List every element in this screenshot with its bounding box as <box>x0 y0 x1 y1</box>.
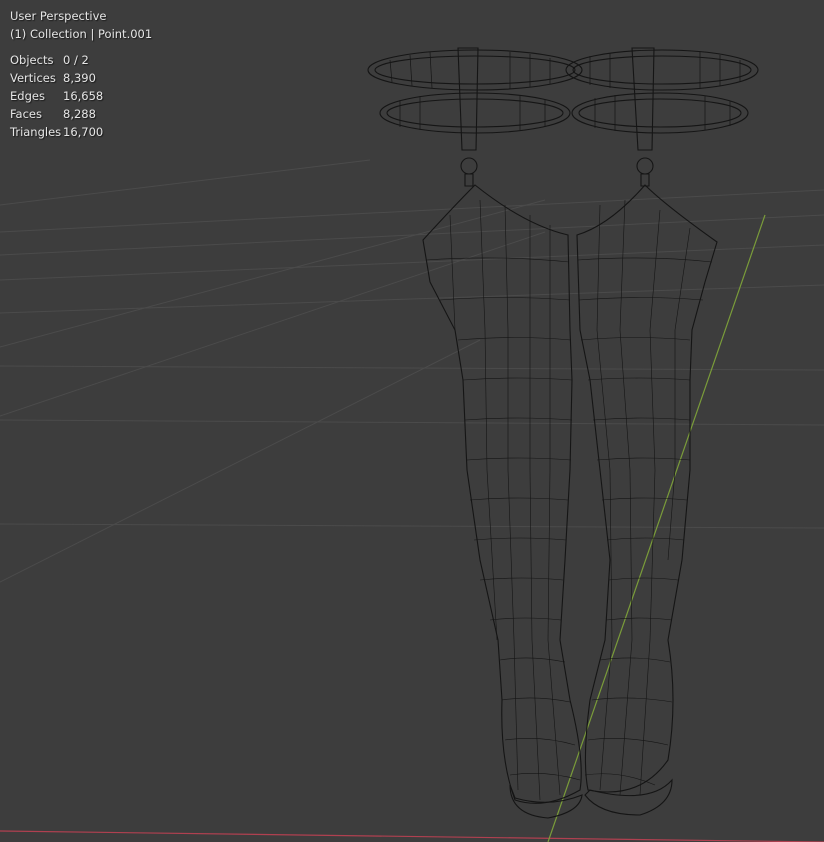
stat-row-triangles: Triangles 16,700 <box>10 123 152 141</box>
3d-viewport[interactable]: User Perspective (1) Collection | Point.… <box>0 0 824 842</box>
y-axis-line <box>547 214 766 842</box>
soles[interactable] <box>509 778 673 819</box>
garter-belt[interactable] <box>367 49 759 134</box>
stat-row-objects: Objects 0 / 2 <box>10 51 152 69</box>
stat-row-faces: Faces 8,288 <box>10 105 152 123</box>
stat-value: 8,390 <box>63 71 96 85</box>
stat-label: Faces <box>10 107 42 121</box>
viewport-info-overlay: User Perspective (1) Collection | Point.… <box>10 7 152 141</box>
stat-value: 0 / 2 <box>63 53 89 67</box>
stat-value: 16,700 <box>63 125 104 139</box>
garter-straps[interactable] <box>457 47 655 187</box>
stat-value: 16,658 <box>63 89 104 103</box>
view-name: User Perspective <box>10 9 107 23</box>
right-stocking[interactable] <box>576 184 718 796</box>
x-axis-line <box>0 830 824 842</box>
floor-grid <box>0 159 824 583</box>
stat-label: Triangles <box>10 125 62 139</box>
stockings-wireframe-mesh[interactable] <box>367 47 759 819</box>
stat-row-vertices: Vertices 8,390 <box>10 69 152 87</box>
collection-info: (1) Collection | Point.001 <box>10 27 153 41</box>
stat-row-edges: Edges 16,658 <box>10 87 152 105</box>
stat-value: 8,288 <box>63 107 96 121</box>
stat-label: Vertices <box>10 71 56 85</box>
scene-statistics: Objects 0 / 2 Vertices 8,390 Edges 16,65… <box>10 51 152 141</box>
stat-label: Edges <box>10 89 45 103</box>
left-stocking[interactable] <box>422 184 582 804</box>
stat-label: Objects <box>10 53 54 67</box>
